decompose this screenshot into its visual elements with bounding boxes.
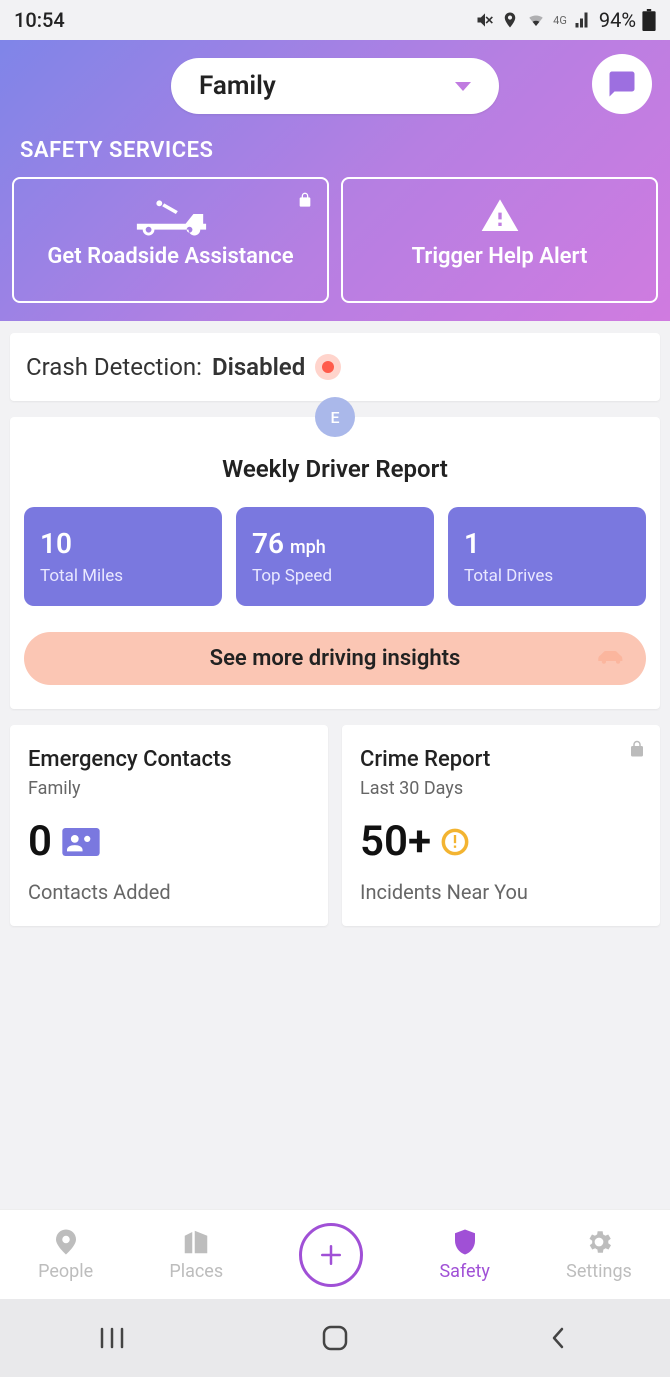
location-icon (501, 11, 519, 29)
building-icon (181, 1227, 211, 1257)
crash-detection-card[interactable]: Crash Detection: Disabled (10, 333, 660, 401)
crime-report-card[interactable]: Crime Report Last 30 Days 50+ Incidents … (342, 725, 660, 926)
tab-label: Places (169, 1261, 223, 1282)
stat-top-speed[interactable]: 76 mph Top Speed (236, 507, 434, 606)
help-alert-label: Trigger Help Alert (412, 243, 588, 272)
status-icons: 4G 94% (475, 8, 656, 32)
drives-label: Total Drives (464, 566, 630, 586)
driver-avatar[interactable]: E (315, 397, 355, 437)
chat-button[interactable] (592, 54, 652, 114)
tow-truck-icon (132, 196, 210, 236)
bottom-tabbar: People Places Safety Settings (0, 1209, 670, 1299)
section-title: SAFETY SERVICES (12, 132, 658, 177)
driving-insights-button[interactable]: See more driving insights (24, 632, 646, 685)
mute-icon (475, 10, 495, 30)
help-alert-card[interactable]: Trigger Help Alert (341, 177, 658, 303)
contacts-count: 0 (28, 817, 52, 866)
emergency-contacts-card[interactable]: Emergency Contacts Family 0 Contacts Add… (10, 725, 328, 926)
crash-status: Disabled (212, 353, 305, 381)
shield-icon (450, 1227, 480, 1257)
tab-people[interactable]: People (38, 1227, 93, 1282)
tab-settings[interactable]: Settings (566, 1227, 632, 1282)
contact-card-icon (62, 828, 100, 856)
android-nav-bar (0, 1299, 670, 1377)
status-time: 10:54 (14, 8, 65, 32)
back-button[interactable] (538, 1318, 578, 1358)
chat-icon (607, 69, 637, 99)
android-status-bar: 10:54 4G 94% (0, 0, 670, 40)
plus-icon (316, 1240, 346, 1270)
contacts-sub: Family (28, 778, 310, 799)
weekly-driver-report-card: E Weekly Driver Report 10 Total Miles 76… (10, 417, 660, 709)
home-button[interactable] (315, 1318, 355, 1358)
status-indicator-icon (315, 354, 341, 380)
safety-hero: Family SAFETY SERVICES Get Roadside Assi… (0, 40, 670, 321)
miles-label: Total Miles (40, 566, 206, 586)
tab-label: Settings (566, 1261, 632, 1282)
car-icon (594, 645, 628, 673)
miles-value: 10 (40, 527, 72, 560)
speed-unit: mph (290, 537, 326, 558)
crime-sub: Last 30 Days (360, 778, 642, 799)
wifi-icon (525, 11, 547, 29)
circle-name: Family (199, 71, 276, 101)
tab-label: Safety (439, 1261, 489, 1282)
battery-text: 94% (599, 8, 636, 32)
battery-icon (642, 9, 656, 31)
lock-icon (628, 739, 646, 763)
signal-icon (573, 11, 593, 29)
people-pin-icon (51, 1227, 81, 1257)
crash-label: Crash Detection: (26, 353, 202, 381)
roadside-assistance-card[interactable]: Get Roadside Assistance (12, 177, 329, 303)
tab-label: People (38, 1261, 93, 1282)
drives-value: 1 (464, 527, 480, 560)
gear-icon (584, 1227, 614, 1257)
chevron-down-icon (455, 82, 471, 91)
network-type: 4G (553, 14, 567, 27)
tab-safety[interactable]: Safety (439, 1227, 489, 1282)
add-button[interactable] (299, 1223, 363, 1287)
crime-foot: Incidents Near You (360, 880, 642, 904)
alert-triangle-icon (477, 196, 523, 236)
circle-selector[interactable]: Family (171, 58, 499, 114)
warning-circle-icon (441, 828, 469, 856)
tab-places[interactable]: Places (169, 1227, 223, 1282)
lock-icon (297, 191, 313, 213)
contacts-foot: Contacts Added (28, 880, 310, 904)
report-title: Weekly Driver Report (24, 455, 646, 483)
crime-title: Crime Report (360, 747, 642, 772)
speed-label: Top Speed (252, 566, 418, 586)
crime-count: 50+ (360, 817, 431, 866)
insights-label: See more driving insights (210, 646, 461, 671)
speed-value: 76 (252, 527, 284, 560)
roadside-label: Get Roadside Assistance (47, 243, 293, 272)
contacts-title: Emergency Contacts (28, 747, 310, 772)
stat-total-miles[interactable]: 10 Total Miles (24, 507, 222, 606)
recents-button[interactable] (92, 1318, 132, 1358)
stat-total-drives[interactable]: 1 Total Drives (448, 507, 646, 606)
